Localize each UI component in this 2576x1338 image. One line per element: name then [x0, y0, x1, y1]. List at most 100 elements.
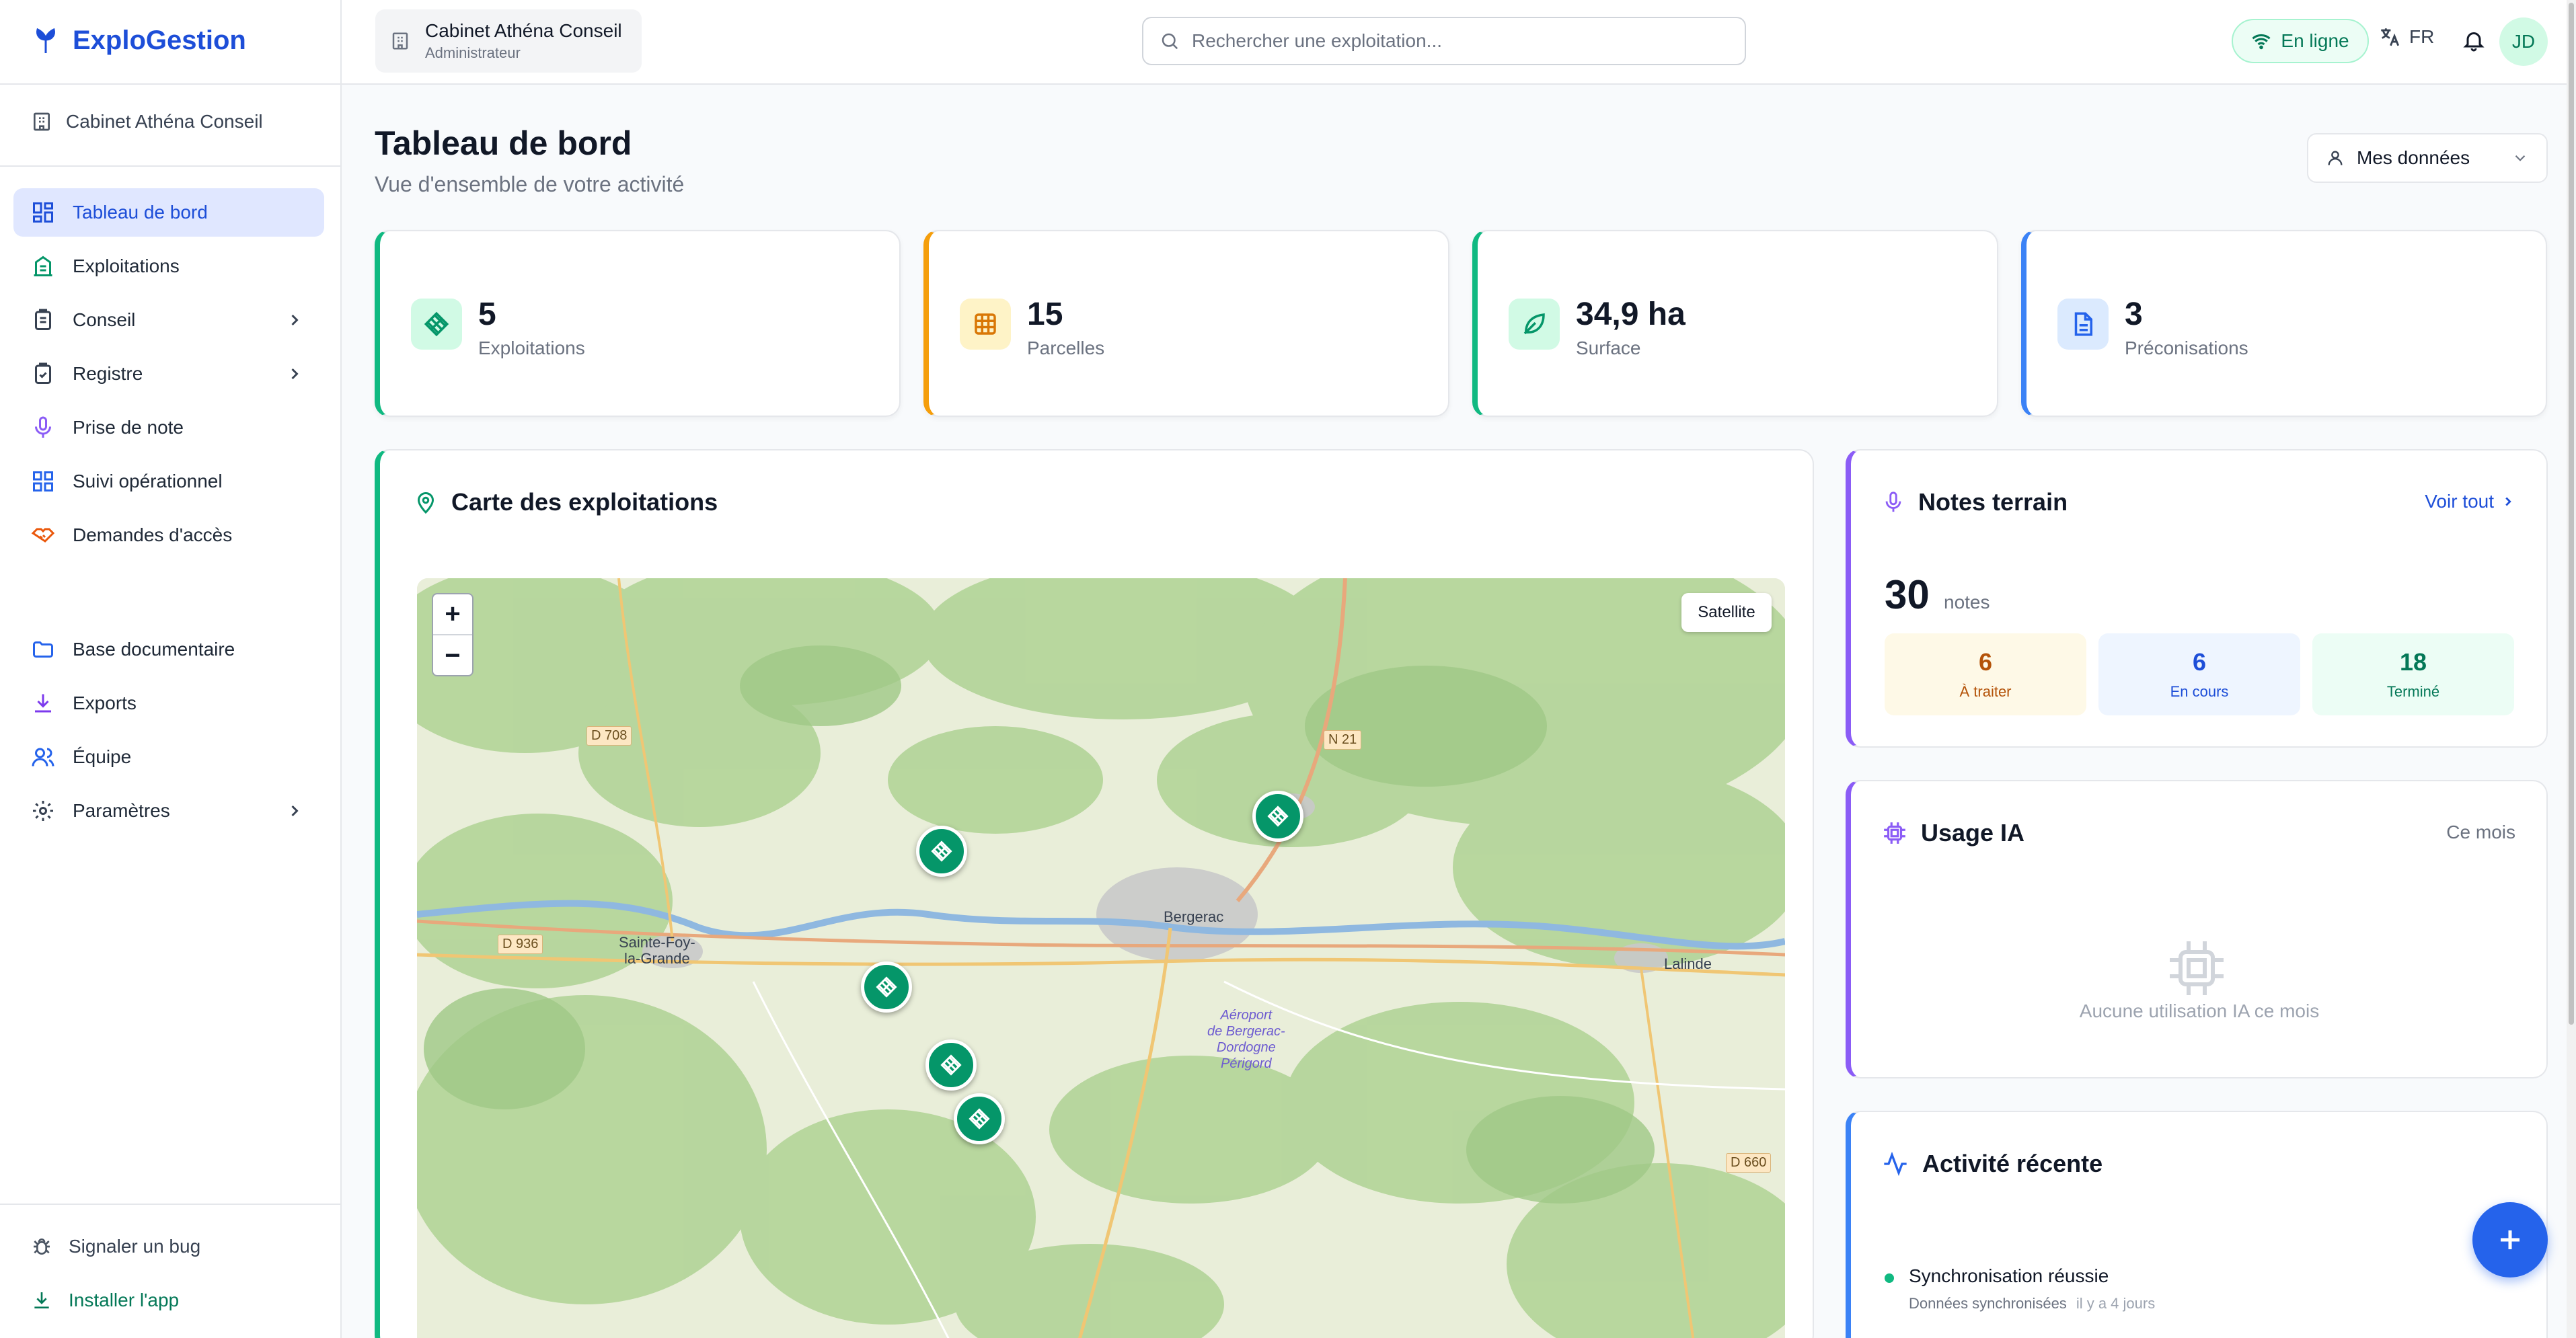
sidebar-item-conseil[interactable]: Conseil: [13, 296, 324, 344]
sidebar-item-demandes-acces[interactable]: Demandes d'accès: [13, 511, 324, 559]
app-logo[interactable]: ExploGestion: [32, 26, 246, 56]
scrollbar-thumb[interactable]: [2569, 3, 2574, 1025]
sidebar-item-parametres[interactable]: Paramètres: [13, 787, 324, 835]
stat-label: Parcelles: [1027, 338, 1105, 358]
notification-bell-icon[interactable]: [2462, 27, 2486, 54]
satellite-toggle-button[interactable]: Satellite: [1681, 593, 1772, 632]
users-icon: [32, 748, 54, 766]
sidebar-item-registre[interactable]: Registre: [13, 350, 324, 398]
sidebar-organization[interactable]: Cabinet Athéna Conseil: [31, 111, 263, 132]
ai-usage-header: Usage IA: [1882, 819, 2024, 847]
field-notes-card: Notes terrain Voir tout 30 notes 6 À tra…: [1846, 449, 2548, 748]
stat-card-preconisations[interactable]: 3 Préconisations: [2021, 230, 2547, 417]
gear-icon: [33, 801, 53, 821]
stat-label: Préconisations: [2125, 338, 2248, 358]
logo-icon: [36, 28, 55, 53]
stat-value: 5: [478, 297, 496, 332]
document-icon: [2057, 299, 2109, 350]
stat-value: 34,9 ha: [1576, 297, 1685, 332]
install-app-link[interactable]: Installer l'app: [31, 1290, 179, 1311]
language-label: FR: [2409, 26, 2435, 47]
report-bug-label: Signaler un bug: [69, 1236, 201, 1257]
ai-usage-title: Usage IA: [1921, 819, 2025, 847]
sidebar-item-exploitations[interactable]: Exploitations: [13, 242, 324, 290]
dashboard-icon: [33, 202, 53, 223]
zoom-controls: + −: [432, 593, 473, 676]
stat-card-surface[interactable]: 34,9 ha Surface: [1472, 230, 1998, 417]
stat-card-parcelles[interactable]: 15 Parcelles: [923, 230, 1449, 417]
activity-status-dot: [1885, 1273, 1894, 1283]
road-label: D 708: [586, 726, 632, 746]
sidebar-item-equipe[interactable]: Équipe: [13, 733, 324, 781]
sidebar-item-label: Demandes d'accès: [73, 524, 233, 545]
sidebar-item-suivi-operationnel[interactable]: Suivi opérationnel: [13, 457, 324, 506]
leaf-icon: [1509, 299, 1560, 350]
chevron-right-icon: [291, 805, 299, 817]
sidebar-item-label: Exploitations: [73, 255, 180, 276]
report-bug-link[interactable]: Signaler un bug: [31, 1236, 200, 1257]
farm-marker[interactable]: [1252, 791, 1303, 842]
activity-detail-line: Données synchronisées il y a 4 jours: [1909, 1295, 2155, 1312]
app-name: ExploGestion: [73, 26, 246, 55]
notes-in-progress-count: 6: [2192, 648, 2207, 676]
add-button[interactable]: [2472, 1202, 2548, 1277]
farm-marker[interactable]: [925, 1039, 977, 1091]
data-scope-select[interactable]: Mes données: [2307, 133, 2548, 183]
notes-in-progress-box[interactable]: 6 En cours: [2098, 633, 2300, 715]
stat-card-exploitations[interactable]: 5 Exploitations: [375, 230, 901, 417]
chevron-right-icon: [2505, 497, 2511, 506]
notes-done-box[interactable]: 18 Terminé: [2312, 633, 2514, 715]
download-icon: [34, 1292, 49, 1308]
activity-detail: Données synchronisées: [1909, 1295, 2067, 1312]
search-box[interactable]: [1142, 17, 1746, 65]
user-icon: [2328, 151, 2343, 165]
divider: [0, 83, 342, 85]
stat-value: 15: [1027, 297, 1063, 332]
sidebar-item-exports[interactable]: Exports: [13, 679, 324, 727]
see-all-notes-link[interactable]: Voir tout: [2425, 491, 2515, 512]
sidebar-item-label: Prise de note: [73, 417, 184, 438]
organization-switcher[interactable]: Cabinet Athéna Conseil Administrateur: [375, 9, 642, 73]
stat-value: 3: [2125, 297, 2143, 332]
stat-label: Exploitations: [478, 338, 585, 358]
connection-status-badge[interactable]: En ligne: [2232, 19, 2369, 63]
ai-usage-period: Ce mois: [2446, 822, 2515, 842]
data-scope-label: Mes données: [2357, 147, 2470, 168]
road-label: N 21: [1324, 730, 1362, 750]
organization-name: Cabinet Athéna Conseil: [425, 20, 622, 41]
search-input[interactable]: [1192, 30, 1730, 52]
grid-icon: [33, 471, 53, 491]
map-view[interactable]: + − Satellite D 708 N 21 D 936 D 660 Sai…: [417, 578, 1785, 1338]
page-subtitle: Vue d'ensemble de votre activité: [375, 172, 685, 196]
recent-activity-title: Activité récente: [1922, 1150, 2103, 1177]
sidebar-item-label: Conseil: [73, 309, 136, 330]
sidebar-item-label: Paramètres: [73, 800, 170, 821]
farm-marker[interactable]: [861, 961, 912, 1013]
page-scrollbar[interactable]: [2567, 0, 2576, 1338]
sidebar-item-prise-de-note[interactable]: Prise de note: [13, 403, 324, 452]
activity-icon: [1884, 1151, 1907, 1177]
farm-marker[interactable]: [916, 826, 967, 877]
clipboard-check-icon: [35, 362, 51, 384]
sidebar-item-tableau-de-bord[interactable]: Tableau de bord: [13, 188, 324, 237]
notes-todo-count: 6: [1978, 648, 1993, 676]
sidebar-item-base-documentaire[interactable]: Base documentaire: [13, 625, 324, 674]
notes-total: 30: [1885, 572, 1930, 617]
user-avatar[interactable]: JD: [2499, 17, 2548, 66]
chevron-down-icon: [2515, 155, 2526, 161]
notes-done-label: Terminé: [2386, 683, 2440, 700]
divider: [0, 1204, 342, 1205]
activity-time: il y a 4 jours: [2076, 1295, 2156, 1312]
language-switcher[interactable]: FR: [2378, 26, 2434, 48]
connection-status-label: En ligne: [2281, 30, 2349, 51]
zoom-out-button[interactable]: −: [433, 635, 472, 676]
plus-icon: [2501, 1230, 2520, 1249]
wifi-icon: [2252, 34, 2271, 50]
folder-icon: [33, 641, 53, 658]
farm-marker[interactable]: [954, 1093, 1005, 1144]
translate-icon: [2381, 28, 2400, 46]
sidebar-item-label: Exports: [73, 693, 137, 713]
zoom-in-button[interactable]: +: [433, 594, 472, 635]
notes-todo-box[interactable]: 6 À traiter: [1885, 633, 2086, 715]
see-all-label: Voir tout: [2425, 491, 2494, 512]
